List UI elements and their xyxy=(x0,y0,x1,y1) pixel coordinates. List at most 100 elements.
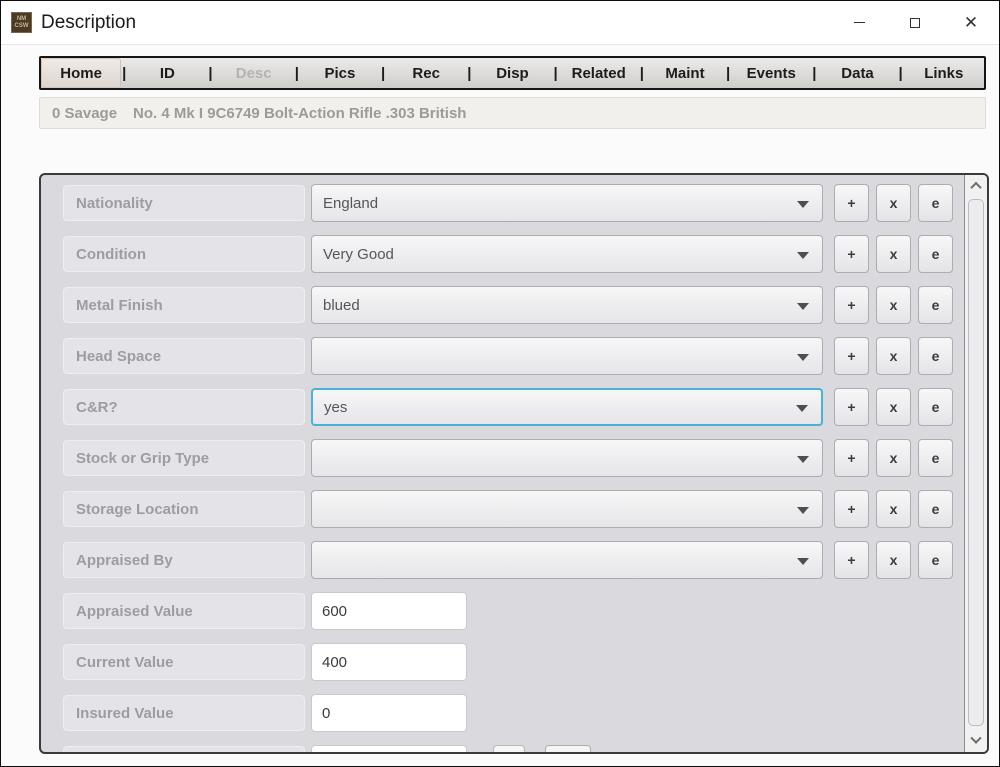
edit-button[interactable]: e xyxy=(918,541,953,579)
field-label-metal-finish: Metal Finish xyxy=(63,287,305,323)
delete-button[interactable]: x xyxy=(876,286,911,324)
app-window: NM CSW Description ✕ Home|ID|Desc|Pics|R… xyxy=(0,0,1000,767)
form-row-insured-value: Insured Value xyxy=(63,694,964,732)
field-label-insured-value: Insured Value xyxy=(63,695,305,731)
scrollbar-thumb[interactable] xyxy=(968,199,984,726)
app-icon-text-bottom: CSW xyxy=(15,23,29,30)
tab-maint[interactable]: Maint xyxy=(645,58,725,88)
dropdown-head-space[interactable] xyxy=(311,337,823,375)
delete-button[interactable]: x xyxy=(876,541,911,579)
form-row-partial: Calc xyxy=(63,745,964,752)
tab-data[interactable]: Data xyxy=(817,58,897,88)
add-button[interactable]: + xyxy=(834,286,869,324)
edit-button[interactable]: e xyxy=(918,490,953,528)
add-button[interactable]: + xyxy=(834,439,869,477)
form-row-current-value: Current Value xyxy=(63,643,964,681)
tab-disp[interactable]: Disp xyxy=(472,58,552,88)
field-label-nationality: Nationality xyxy=(63,185,305,221)
dropdown-appraised-by[interactable] xyxy=(311,541,823,579)
edit-button[interactable]: e xyxy=(918,286,953,324)
tab-pics[interactable]: Pics xyxy=(300,58,380,88)
form-content: Nationality England + x e Condition Very… xyxy=(41,175,964,752)
chevron-down-icon xyxy=(797,201,809,208)
chevron-down-icon xyxy=(797,303,809,310)
minimize-button[interactable] xyxy=(831,1,887,44)
field-label-stock-or-grip-type: Stock or Grip Type xyxy=(63,440,305,476)
tab-links[interactable]: Links xyxy=(904,58,984,88)
dropdown-c-r[interactable]: yes xyxy=(311,388,823,426)
close-button[interactable]: ✕ xyxy=(943,1,999,44)
tab-rec[interactable]: Rec xyxy=(386,58,466,88)
delete-button[interactable]: x xyxy=(876,388,911,426)
form-row-appraised-value: Appraised Value xyxy=(63,592,964,630)
tab-related[interactable]: Related xyxy=(559,58,639,88)
edit-button[interactable]: e xyxy=(918,337,953,375)
chevron-down-icon xyxy=(797,456,809,463)
form-row-c-r: C&R? yes + x e xyxy=(63,388,964,426)
dropdown-value: yes xyxy=(324,399,347,416)
field-label-partial xyxy=(63,746,305,752)
vertical-scrollbar[interactable] xyxy=(964,175,987,752)
delete-button[interactable]: x xyxy=(876,337,911,375)
add-button[interactable]: + xyxy=(834,235,869,273)
chevron-up-icon xyxy=(970,182,981,193)
add-button[interactable]: + xyxy=(834,490,869,528)
title-bar: NM CSW Description ✕ xyxy=(1,1,999,45)
scrollbar-down-button[interactable] xyxy=(965,730,987,752)
delete-button[interactable]: x xyxy=(876,235,911,273)
small-button[interactable] xyxy=(493,745,525,752)
close-icon: ✕ xyxy=(964,14,978,31)
chevron-down-icon xyxy=(797,252,809,259)
add-button[interactable]: + xyxy=(834,541,869,579)
add-button[interactable]: + xyxy=(834,388,869,426)
add-button[interactable]: + xyxy=(834,184,869,222)
field-label-condition: Condition xyxy=(63,236,305,272)
delete-button[interactable]: x xyxy=(876,439,911,477)
dropdown-value: England xyxy=(323,195,378,212)
dropdown-nationality[interactable]: England xyxy=(311,184,823,222)
delete-button[interactable]: x xyxy=(876,490,911,528)
tab-bar: Home|ID|Desc|Pics|Rec|Disp|Related|Maint… xyxy=(39,56,986,90)
tab-id[interactable]: ID xyxy=(127,58,207,88)
add-button[interactable]: + xyxy=(834,337,869,375)
scrollbar-up-button[interactable] xyxy=(965,175,987,197)
tab-desc[interactable]: Desc xyxy=(214,58,294,88)
window-controls: ✕ xyxy=(831,1,999,44)
dropdown-value: blued xyxy=(323,297,360,314)
field-label-storage-location: Storage Location xyxy=(63,491,305,527)
chevron-down-icon xyxy=(796,405,808,412)
chevron-down-icon xyxy=(797,558,809,565)
form-row-metal-finish: Metal Finish blued + x e xyxy=(63,286,964,324)
dropdown-storage-location[interactable] xyxy=(311,490,823,528)
window-title: Description xyxy=(41,12,136,34)
dropdown-stock-or-grip-type[interactable] xyxy=(311,439,823,477)
field-label-appraised-value: Appraised Value xyxy=(63,593,305,629)
edit-button[interactable]: e xyxy=(918,235,953,273)
scrollbar-track[interactable] xyxy=(965,197,987,730)
app-icon-text-top: NM xyxy=(17,16,26,23)
edit-button[interactable]: e xyxy=(918,184,953,222)
input-appraised-value[interactable] xyxy=(311,592,467,630)
dropdown-value: Very Good xyxy=(323,246,394,263)
calc-button[interactable]: Calc xyxy=(545,745,591,752)
form-row-stock-or-grip-type: Stock or Grip Type + x e xyxy=(63,439,964,477)
maximize-button[interactable] xyxy=(887,1,943,44)
form-row-storage-location: Storage Location + x e xyxy=(63,490,964,528)
description-form-panel: Nationality England + x e Condition Very… xyxy=(39,173,989,754)
edit-button[interactable]: e xyxy=(918,388,953,426)
field-label-c-r: C&R? xyxy=(63,389,305,425)
field-label-appraised-by: Appraised By xyxy=(63,542,305,578)
input-insured-value[interactable] xyxy=(311,694,467,732)
input-partial[interactable] xyxy=(311,745,467,752)
app-icon: NM CSW xyxy=(11,12,32,33)
tab-events[interactable]: Events xyxy=(731,58,811,88)
tab-home[interactable]: Home xyxy=(41,58,121,88)
delete-button[interactable]: x xyxy=(876,184,911,222)
form-row-head-space: Head Space + x e xyxy=(63,337,964,375)
edit-button[interactable]: e xyxy=(918,439,953,477)
input-current-value[interactable] xyxy=(311,643,467,681)
chevron-down-icon xyxy=(970,733,981,744)
chevron-down-icon xyxy=(797,507,809,514)
dropdown-metal-finish[interactable]: blued xyxy=(311,286,823,324)
dropdown-condition[interactable]: Very Good xyxy=(311,235,823,273)
